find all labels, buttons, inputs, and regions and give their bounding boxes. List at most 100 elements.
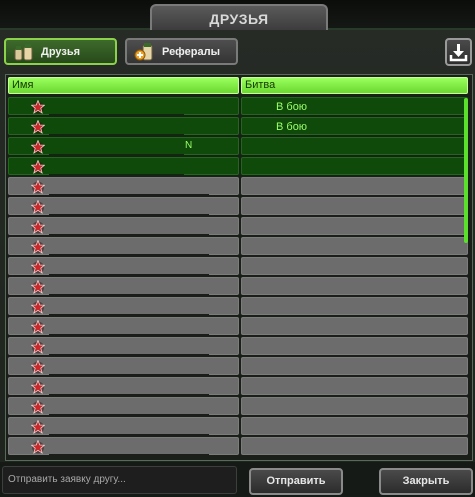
friends-icon <box>13 43 35 61</box>
battle-status <box>241 137 468 155</box>
name-cell <box>8 437 239 455</box>
player-name <box>49 362 209 375</box>
battle-status <box>241 417 468 435</box>
table-row[interactable] <box>0 337 470 355</box>
column-header-battle[interactable]: Битва <box>241 77 468 94</box>
battle-status <box>241 277 468 295</box>
name-cell <box>8 97 239 115</box>
friends-list: В бою В бою N <box>0 97 470 459</box>
player-name <box>49 302 209 315</box>
player-name <box>49 162 184 175</box>
battle-status <box>241 377 468 395</box>
column-header-name[interactable]: Имя <box>8 77 239 94</box>
table-row[interactable] <box>0 277 470 295</box>
player-name <box>49 182 209 195</box>
table-row[interactable] <box>0 377 470 395</box>
name-cell <box>8 237 239 255</box>
name-cell <box>8 397 239 415</box>
player-name <box>49 262 209 275</box>
battle-status <box>241 357 468 375</box>
name-cell <box>8 257 239 275</box>
name-cell <box>8 317 239 335</box>
name-cell <box>8 357 239 375</box>
download-icon <box>449 44 468 62</box>
rank-star-icon <box>30 219 46 234</box>
name-cell <box>8 177 239 195</box>
player-name <box>49 382 209 395</box>
rank-star-icon <box>30 159 46 174</box>
rank-star-icon <box>30 359 46 374</box>
tab-referrals-label: Рефералы <box>162 45 220 58</box>
name-cell <box>8 377 239 395</box>
window-title: ДРУЗЬЯ <box>150 4 328 32</box>
player-name <box>49 142 184 155</box>
tab-friends[interactable]: Друзья <box>4 38 117 65</box>
name-cell <box>8 197 239 215</box>
table-row[interactable] <box>0 357 470 375</box>
battle-status <box>241 217 468 235</box>
table-row[interactable] <box>0 317 470 335</box>
rank-star-icon <box>30 339 46 354</box>
table-row[interactable]: В бою <box>0 97 470 115</box>
table-row[interactable] <box>0 437 470 455</box>
battle-status <box>241 177 468 195</box>
rank-star-icon <box>30 119 46 134</box>
player-name <box>49 282 209 295</box>
rank-star-icon <box>30 259 46 274</box>
download-button[interactable] <box>445 38 472 66</box>
tab-referrals[interactable]: Рефералы <box>125 38 238 65</box>
scrollbar-thumb[interactable] <box>464 98 468 243</box>
player-name-suffix: N <box>185 140 193 151</box>
battle-status <box>241 437 468 455</box>
send-button[interactable]: Отправить <box>249 468 343 495</box>
rank-star-icon <box>30 239 46 254</box>
player-name <box>49 322 209 335</box>
table-row[interactable] <box>0 297 470 315</box>
rank-star-icon <box>30 379 46 394</box>
close-button[interactable]: Закрыть <box>379 468 473 495</box>
table-row[interactable]: N <box>0 137 470 155</box>
battle-status <box>241 397 468 415</box>
player-name <box>49 222 209 235</box>
battle-status <box>241 157 468 175</box>
table-row[interactable] <box>0 197 470 215</box>
table-row[interactable] <box>0 237 470 255</box>
table-row[interactable] <box>0 417 470 435</box>
rank-star-icon <box>30 419 46 434</box>
rank-star-icon <box>30 399 46 414</box>
rank-star-icon <box>30 179 46 194</box>
name-cell <box>8 297 239 315</box>
battle-status: В бою <box>241 117 468 135</box>
player-name <box>49 342 209 355</box>
name-cell <box>8 217 239 235</box>
table-row[interactable] <box>0 397 470 415</box>
player-name <box>49 122 184 135</box>
name-cell <box>8 117 239 135</box>
player-name <box>49 422 209 435</box>
name-cell <box>8 277 239 295</box>
table-row[interactable] <box>0 217 470 235</box>
name-cell: N <box>8 137 239 155</box>
name-cell <box>8 417 239 435</box>
name-cell <box>8 157 239 175</box>
table-row[interactable]: В бою <box>0 117 470 135</box>
rank-star-icon <box>30 139 46 154</box>
table-row[interactable] <box>0 257 470 275</box>
table-row[interactable] <box>0 157 470 175</box>
battle-status <box>241 197 468 215</box>
table-row[interactable] <box>0 177 470 195</box>
battle-status <box>241 257 468 275</box>
player-name <box>49 102 184 115</box>
player-name <box>49 442 209 455</box>
battle-status <box>241 237 468 255</box>
battle-status: В бою <box>241 97 468 115</box>
name-cell <box>8 337 239 355</box>
invite-input[interactable]: Отправить заявку другу... <box>2 466 237 494</box>
battle-status <box>241 337 468 355</box>
referrals-icon <box>134 42 156 61</box>
player-name <box>49 242 209 255</box>
rank-star-icon <box>30 279 46 294</box>
rank-star-icon <box>30 439 46 454</box>
rank-star-icon <box>30 299 46 314</box>
rank-star-icon <box>30 99 46 114</box>
